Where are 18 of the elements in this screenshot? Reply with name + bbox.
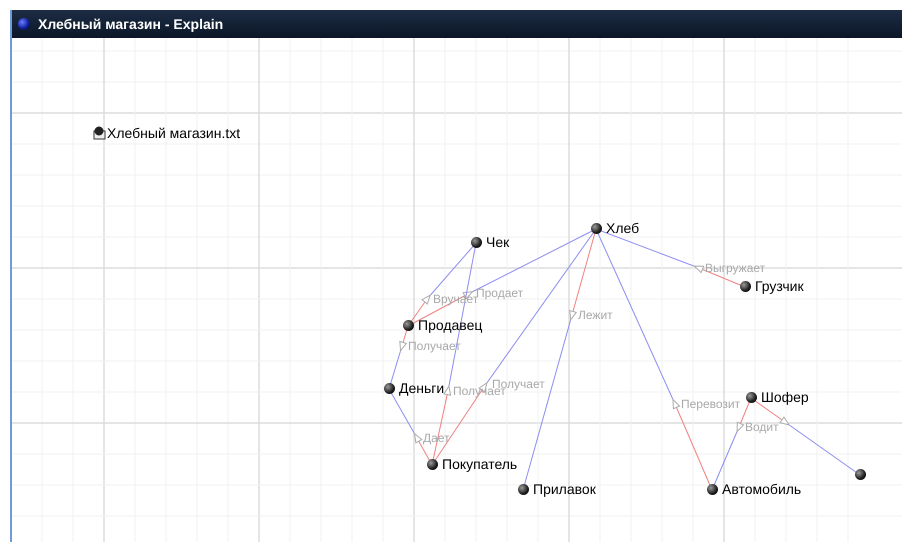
node-label[interactable]: Чек bbox=[486, 235, 510, 249]
edge-label: Продает bbox=[476, 287, 524, 299]
node-label[interactable]: Шофер bbox=[761, 390, 809, 404]
edge-label: Лежит bbox=[578, 309, 613, 321]
node-label[interactable]: Хлеб bbox=[606, 221, 640, 235]
edge-label: Выгружает bbox=[705, 262, 766, 274]
node-label[interactable]: Грузчик bbox=[755, 279, 804, 293]
app-icon bbox=[18, 18, 30, 30]
node-label[interactable]: Деньги bbox=[399, 381, 444, 395]
node-label[interactable]: Продавец bbox=[418, 318, 482, 332]
file-node-label[interactable]: Хлебный магазин.txt bbox=[107, 126, 240, 140]
node-label[interactable]: Прилавок bbox=[533, 482, 596, 496]
edge-label: Водит bbox=[745, 421, 779, 433]
edge-label: Перевозит bbox=[681, 398, 740, 410]
file-icon[interactable] bbox=[93, 125, 106, 140]
node-label[interactable]: Покупатель bbox=[442, 457, 518, 471]
window-title: Хлебный магазин - Explain bbox=[38, 17, 224, 31]
node-label[interactable]: Автомобиль bbox=[722, 482, 802, 496]
